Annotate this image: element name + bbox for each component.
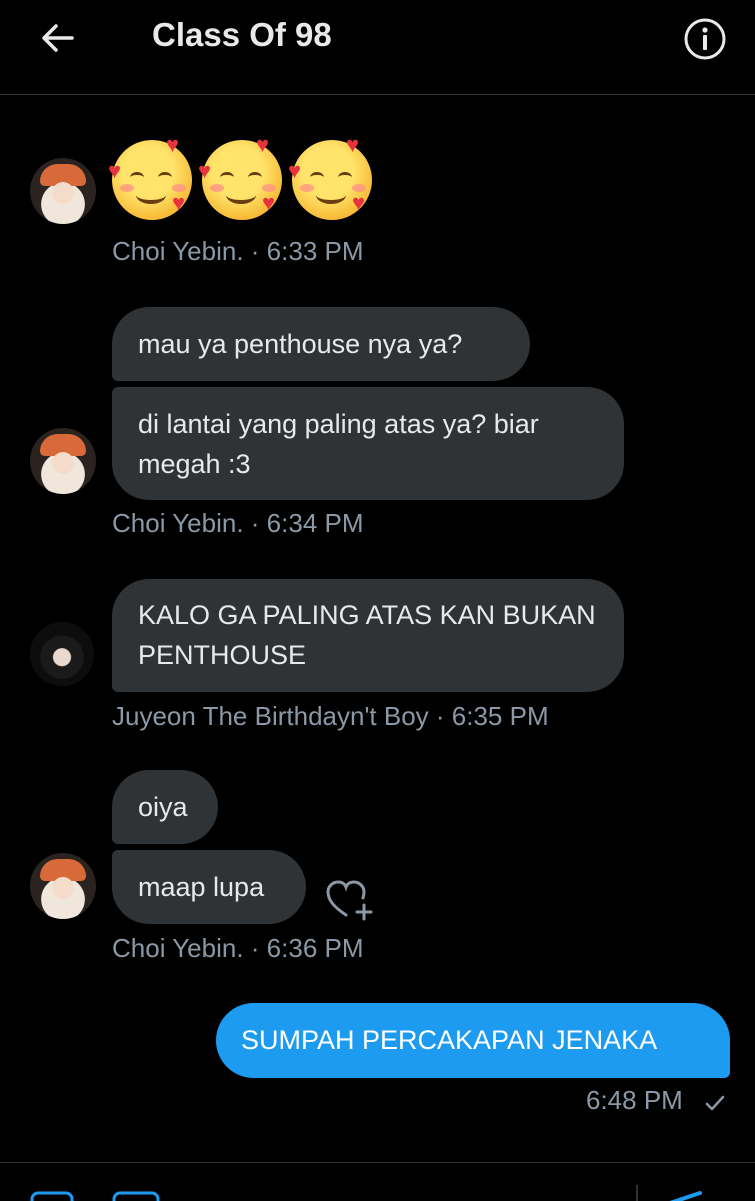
message-time: 6:34 PM: [266, 508, 364, 538]
chat-header: Class Of 98: [0, 0, 755, 95]
sender-name: Choi Yebin.: [112, 933, 244, 963]
avatar-face: [52, 182, 74, 204]
message-bubble[interactable]: di lantai yang paling atas ya? biar mega…: [112, 387, 624, 500]
avatar-choi-yebin[interactable]: [30, 853, 96, 919]
sent-message-bubble[interactable]: SUMPAH PERCAKAPAN JENAKA: [216, 1003, 730, 1078]
message-meta: Juyeon The Birthdayn't Boy · 6:35 PM: [112, 701, 549, 731]
avatar-juyeon[interactable]: [30, 622, 94, 686]
message-input[interactable]: [190, 1173, 630, 1201]
avatar-face: [52, 877, 74, 899]
emoji-message[interactable]: ♥ ♥ ♥ ♥ ♥ ♥ ♥ ♥ ♥: [108, 134, 372, 220]
heart-plus-icon: [326, 880, 373, 921]
message-meta: Choi Yebin. · 6:34 PM: [112, 508, 364, 538]
smiling-face-with-hearts-icon: ♥ ♥ ♥: [198, 134, 282, 220]
sent-message-meta: 6:48 PM: [586, 1085, 683, 1116]
sender-name: Juyeon The Birthdayn't Boy: [112, 701, 429, 731]
smiling-face-with-hearts-icon: ♥ ♥ ♥: [288, 134, 372, 220]
smiling-face-with-hearts-icon: ♥ ♥ ♥: [108, 134, 192, 220]
arrow-left-icon: [42, 24, 74, 52]
composer-divider: [636, 1185, 638, 1201]
info-button[interactable]: [682, 16, 728, 62]
add-reaction-button[interactable]: [324, 875, 374, 923]
message-time: 6:35 PM: [451, 701, 549, 731]
message-meta: Choi Yebin. · 6:36 PM: [112, 933, 364, 963]
avatar-face: [52, 452, 74, 474]
conversation-title: Class Of 98: [152, 16, 332, 53]
send-icon[interactable]: [668, 1189, 702, 1201]
message-composer: [0, 1162, 755, 1201]
avatar-choi-yebin[interactable]: [30, 158, 96, 224]
message-bubble[interactable]: KALO GA PALING ATAS KAN BUKAN PENTHOUSE: [112, 579, 624, 692]
sender-name: Choi Yebin.: [112, 508, 244, 538]
back-button[interactable]: [38, 18, 78, 58]
avatar-choi-yebin[interactable]: [30, 428, 96, 494]
message-time: 6:48 PM: [586, 1085, 683, 1115]
message-time: 6:36 PM: [266, 933, 364, 963]
message-bubble[interactable]: mau ya penthouse nya ya?: [112, 307, 530, 381]
info-circle-icon: [684, 18, 726, 60]
message-bubble[interactable]: oiya: [112, 770, 218, 844]
message-meta: Choi Yebin. · 6:33 PM: [112, 236, 364, 266]
sender-name: Choi Yebin.: [112, 236, 244, 266]
check-icon: [705, 1095, 725, 1111]
message-bubble[interactable]: maap lupa: [112, 850, 306, 924]
message-time: 6:33 PM: [266, 236, 364, 266]
